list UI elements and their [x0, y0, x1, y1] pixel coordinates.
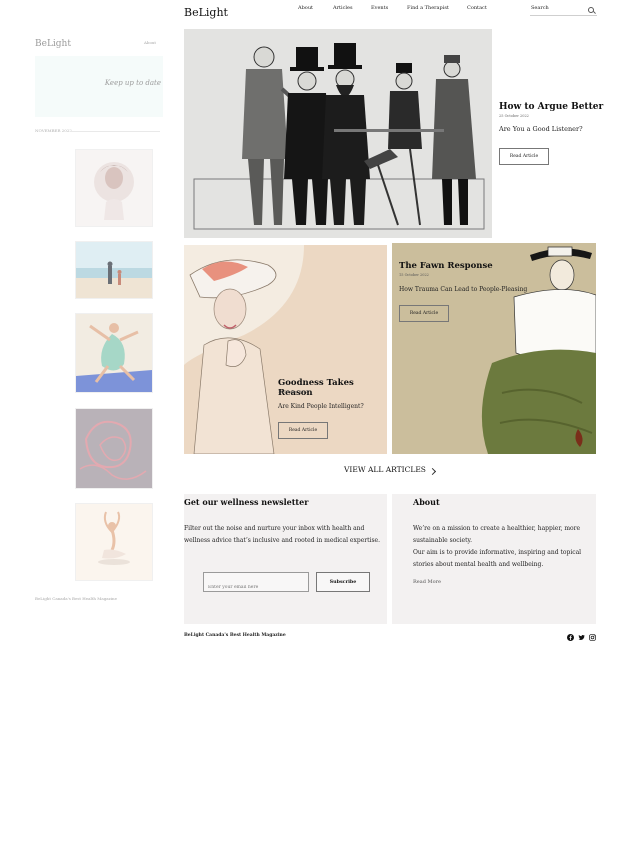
card-read-article-button[interactable]: Read Article	[278, 422, 328, 439]
sidebar-thumb-yoga	[75, 503, 153, 581]
card-read-article-button[interactable]: Read Article	[399, 305, 449, 322]
sidebar-thumb-beach	[75, 241, 153, 299]
about-body-aim: Our aim is to provide informative, inspi…	[413, 549, 582, 568]
twitter-icon[interactable]	[578, 634, 585, 641]
sidebar-thumb-dancer	[75, 313, 153, 393]
view-all-articles-link[interactable]: VIEW ALL ARTICLES	[344, 465, 426, 474]
card-subtitle: Are Kind People Intelligent?	[278, 403, 364, 410]
chevron-right-icon[interactable]	[428, 467, 437, 476]
hero-title[interactable]: How to Argue Better	[499, 102, 603, 112]
card-subtitle: How Trauma Can Lead to People-Pleasing	[399, 286, 528, 293]
newsletter-body: Filter out the noise and nurture your in…	[184, 525, 380, 544]
sidebar-divider	[70, 131, 160, 132]
sidebar-footer: BeLight Canada's Best Health Magazine	[35, 596, 118, 601]
facebook-icon[interactable]	[567, 634, 574, 641]
card-title[interactable]: Goodness Takes Reason	[278, 378, 387, 398]
card-date: 15 October 2022	[399, 273, 429, 277]
article-card-fawn[interactable]: The Fawn Response 15 October 2022 How Tr…	[392, 243, 596, 454]
nav-events[interactable]: Events	[371, 5, 388, 11]
nav-find-a-therapist[interactable]: Find a Therapist	[407, 5, 449, 11]
sidebar-banner: Keep up to date	[35, 56, 163, 117]
about-body-mission: We’re on a mission to create a healthier…	[413, 525, 581, 544]
card-title[interactable]: The Fawn Response	[399, 261, 493, 271]
email-input[interactable]	[204, 579, 308, 596]
about-heading: About	[413, 497, 440, 507]
article-card-goodness[interactable]: Goodness Takes Reason 19 October 2022 Ar…	[184, 245, 387, 454]
sidebar-date: NOVEMBER 2022	[35, 128, 72, 133]
card-date: 19 October 2022	[278, 390, 308, 394]
nav-articles[interactable]: Articles	[333, 5, 353, 11]
subscribe-button[interactable]: Subscribe	[316, 572, 370, 592]
sidebar-about-link: About	[144, 40, 157, 45]
email-field[interactable]	[203, 572, 309, 596]
site-logo[interactable]: BeLight	[184, 6, 228, 19]
search-input[interactable]: Search	[531, 5, 549, 11]
about-read-more-link[interactable]: Read More	[413, 579, 441, 585]
footer-text: BeLight Canada's Best Health Magazine	[184, 633, 286, 638]
sidebar-logo: BeLight	[35, 39, 71, 49]
nav-about[interactable]: About	[298, 5, 313, 11]
instagram-icon[interactable]	[589, 634, 596, 641]
newsletter-panel	[184, 494, 387, 624]
search-bar[interactable]: Search	[530, 3, 597, 16]
sidebar-thumb-portrait	[75, 149, 153, 227]
nav-contact[interactable]: Contact	[467, 5, 487, 11]
hero-read-article-button[interactable]: Read Article	[499, 148, 549, 165]
hero-subtitle: Are You a Good Listener?	[499, 125, 583, 133]
sidebar-tagline: Keep up to date	[104, 79, 161, 87]
hero-date: 25 October 2022	[499, 114, 529, 118]
hero-image[interactable]	[184, 29, 492, 238]
sidebar-thumb-abstract-heads	[75, 408, 153, 489]
search-icon[interactable]	[588, 7, 594, 13]
newsletter-heading: Get our wellness newsletter	[184, 497, 309, 507]
